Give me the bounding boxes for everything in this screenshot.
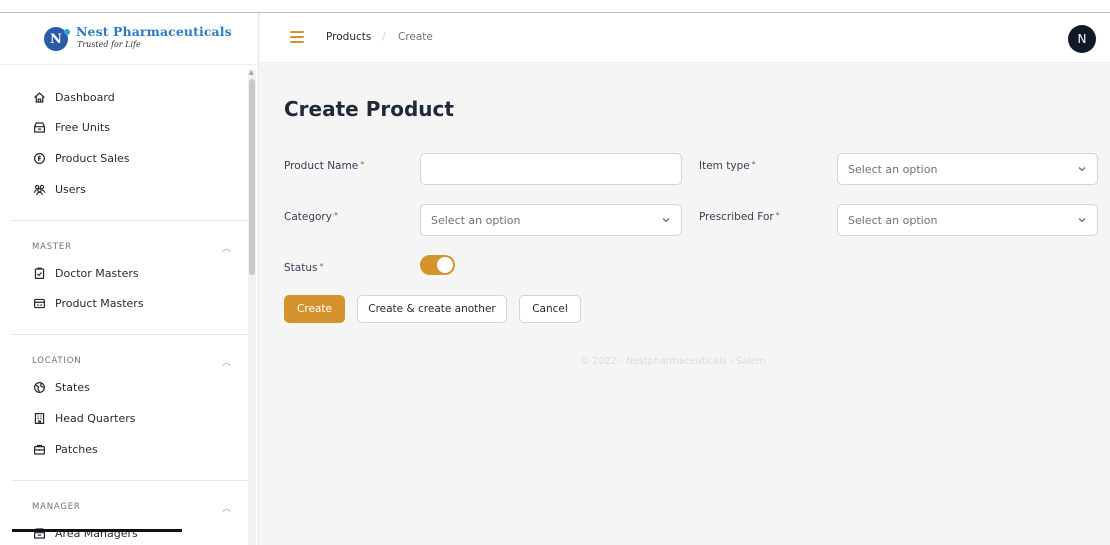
- status-toggle[interactable]: [420, 255, 455, 275]
- sidebar-item-states[interactable]: States: [32, 378, 90, 396]
- create-button[interactable]: Create: [284, 295, 345, 323]
- sidebar-item-label: Head Quarters: [55, 411, 136, 425]
- sidebar-item-product-masters[interactable]: Product Masters: [32, 294, 144, 312]
- product-card-icon: [32, 296, 46, 310]
- coin-icon: [32, 151, 46, 165]
- sidebar-item-label: Patches: [55, 442, 98, 456]
- sidebar-scrollbar[interactable]: ▲: [248, 69, 256, 545]
- sidebar-item-free-units[interactable]: Free Units: [32, 118, 110, 136]
- prescribed-for-value: Select an option: [848, 213, 938, 227]
- group-label-manager[interactable]: MANAGER: [32, 502, 81, 512]
- sidebar-scrollbar-thumb[interactable]: [249, 79, 255, 275]
- building-icon: [32, 411, 46, 425]
- sidebar-item-label: Product Masters: [55, 296, 144, 310]
- product-name-input[interactable]: [420, 153, 682, 185]
- brand-logo-icon: N: [44, 27, 70, 51]
- globe-icon: [32, 380, 46, 394]
- brand-name: Nest Pharmaceuticals: [76, 24, 232, 39]
- sidebar-item-area-managers[interactable]: Area Managers: [32, 524, 138, 542]
- box-icon: [32, 120, 46, 134]
- sidebar-item-label: Users: [55, 182, 86, 196]
- group-label-location[interactable]: LOCATION: [32, 356, 81, 366]
- users-icon: [32, 182, 46, 196]
- chevron-up-icon[interactable]: ︿: [222, 501, 231, 514]
- prescribed-for-label: Prescribed For *: [699, 211, 780, 223]
- sidebar-item-patches[interactable]: Patches: [32, 440, 98, 458]
- window-top-bar: [0, 0, 1110, 13]
- breadcrumb-create: Create: [398, 31, 433, 43]
- chevron-up-icon[interactable]: ︿: [222, 241, 231, 254]
- chevron-down-icon: [1078, 218, 1086, 223]
- clipboard-check-icon: [32, 266, 46, 280]
- home-icon: [32, 90, 46, 104]
- sidebar-divider: [12, 334, 248, 335]
- group-label-master[interactable]: MASTER: [32, 242, 72, 252]
- chevron-down-icon: [1078, 167, 1086, 172]
- item-type-label: Item type *: [699, 160, 756, 172]
- sidebar-divider: [12, 220, 248, 221]
- page-title: Create Product: [284, 97, 454, 121]
- breadcrumb-separator: /: [382, 30, 386, 43]
- sidebar-divider: [12, 480, 248, 481]
- item-type-value: Select an option: [848, 162, 938, 176]
- top-header: Products / Create N: [260, 13, 1110, 63]
- create-another-button[interactable]: Create & create another: [357, 295, 507, 323]
- breadcrumb-products[interactable]: Products: [326, 31, 371, 43]
- brand[interactable]: N Nest Pharmaceuticals Trusted for Life: [0, 13, 258, 65]
- sidebar: N Nest Pharmaceuticals Trusted for Life …: [0, 13, 259, 545]
- prescribed-for-select[interactable]: Select an option: [837, 204, 1098, 236]
- briefcase-icon: [32, 442, 46, 456]
- cancel-button[interactable]: Cancel: [519, 295, 581, 323]
- category-label: Category *: [284, 211, 338, 223]
- sidebar-item-doctor-masters[interactable]: Doctor Masters: [32, 264, 139, 282]
- status-toggle-knob: [437, 257, 453, 273]
- sidebar-item-users[interactable]: Users: [32, 180, 86, 198]
- item-type-select[interactable]: Select an option: [837, 153, 1098, 185]
- category-select[interactable]: Select an option: [420, 204, 682, 236]
- scroll-up-arrow-icon[interactable]: ▲: [249, 69, 254, 76]
- sidebar-item-head-quarters[interactable]: Head Quarters: [32, 409, 136, 427]
- sidebar-item-label: Product Sales: [55, 151, 130, 165]
- user-avatar[interactable]: N: [1068, 25, 1096, 53]
- category-value: Select an option: [431, 213, 521, 227]
- sidebar-item-dashboard[interactable]: Dashboard: [32, 88, 115, 106]
- sidebar-item-label: Free Units: [55, 120, 110, 134]
- sidebar-item-label: Doctor Masters: [55, 266, 139, 280]
- sidebar-item-label: Dashboard: [55, 90, 115, 104]
- chevron-up-icon[interactable]: ︿: [222, 355, 231, 368]
- brand-tagline: Trusted for Life: [77, 40, 141, 49]
- sidebar-item-label: States: [55, 380, 90, 394]
- bottom-overlay-bar: [12, 529, 182, 532]
- sidebar-item-product-sales[interactable]: Product Sales: [32, 149, 130, 167]
- status-label: Status *: [284, 262, 324, 274]
- product-name-label: Product Name *: [284, 160, 365, 172]
- chevron-down-icon: [662, 218, 670, 223]
- hamburger-menu-icon[interactable]: [290, 31, 304, 43]
- footer-copyright: © 2022 - Nestpharmaceuticals - Salem: [580, 356, 766, 367]
